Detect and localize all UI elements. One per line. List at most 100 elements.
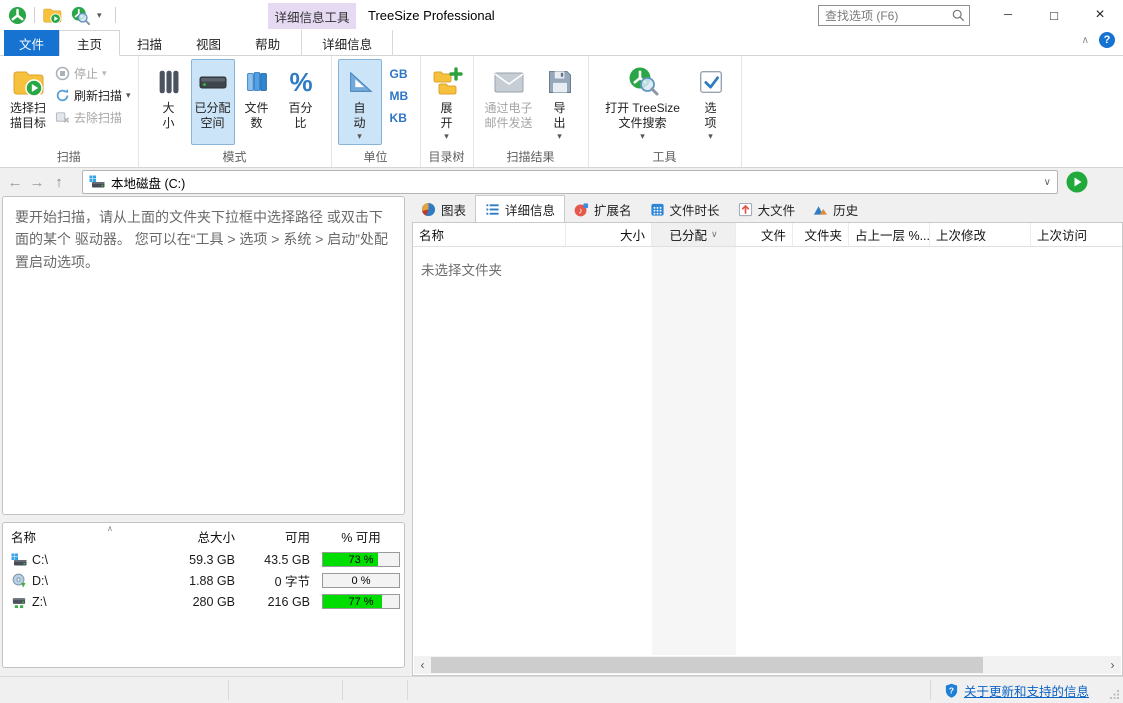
quick-scan-button[interactable] — [41, 3, 63, 27]
tab-help[interactable]: 帮助 — [238, 30, 297, 56]
dropdown-icon: ▾ — [557, 131, 562, 142]
tab-home[interactable]: 主页 — [59, 30, 120, 56]
email-icon — [492, 65, 526, 99]
drives-col-name[interactable]: 名称 — [3, 527, 153, 546]
tab-chart[interactable]: 图表 — [412, 196, 475, 222]
drives-col-free[interactable]: 可用 — [243, 527, 318, 546]
select-scan-target-button[interactable]: 选择扫 描目标 — [6, 59, 50, 145]
ribbon-group-tools: 打开 TreeSize 文件搜索▾ 选 项▾ 工具 — [589, 56, 742, 167]
forward-button[interactable]: → — [26, 170, 48, 194]
set-square-icon — [343, 65, 377, 99]
resize-grip[interactable] — [1110, 690, 1120, 700]
tab-scan[interactable]: 扫描 — [120, 30, 179, 56]
svg-text:%: % — [289, 67, 312, 97]
back-button[interactable]: ← — [4, 170, 26, 194]
drives-col-total[interactable]: 总大小 — [153, 527, 243, 546]
update-support-link[interactable]: 关于更新和支持的信息 — [964, 681, 1089, 700]
status-separator — [930, 680, 931, 700]
send-email-button[interactable]: 通过电子 邮件发送 — [480, 59, 538, 145]
update-info: ? 关于更新和支持的信息 — [944, 677, 1089, 703]
drive-row-d[interactable]: D:\ 1.88 GB 0 字节 0 % — [3, 570, 404, 591]
tab-details-view[interactable]: 详细信息 — [475, 195, 565, 222]
maximize-button[interactable]: □ — [1031, 0, 1077, 30]
current-path: 本地磁盘 (C:) — [111, 173, 1038, 192]
group-label-unit: 单位 — [332, 148, 420, 165]
group-label-tree: 目录树 — [421, 148, 473, 165]
calendar-icon — [650, 202, 665, 217]
find-options-search[interactable]: 查找选项 (F6) — [818, 5, 970, 26]
col-allocated[interactable]: 已分配∨ — [652, 223, 736, 246]
col-files[interactable]: 文件 — [736, 223, 793, 246]
percent-icon: % — [284, 65, 318, 99]
open-file-search-button[interactable]: 打开 TreeSize 文件搜索▾ — [597, 59, 689, 145]
unit-gb-button[interactable]: GB — [386, 63, 416, 84]
col-last-modified[interactable]: 上次修改 — [930, 223, 1031, 246]
ribbon-group-unit: 自 动▾ GB MB KB 单位 — [332, 56, 421, 167]
export-button[interactable]: 导 出▾ — [538, 59, 582, 145]
ribbon: 选择扫 描目标 停止▾ 刷新扫描▾ 去除扫描 扫描 — [0, 56, 1123, 168]
path-combobox[interactable]: 本地磁盘 (C:) ∨ — [82, 170, 1058, 194]
group-label-tools: 工具 — [589, 148, 741, 165]
horizontal-scrollbar[interactable]: ‹ › — [414, 656, 1121, 674]
drive-free: 43.5 GB — [243, 553, 318, 567]
tab-view[interactable]: 视图 — [179, 30, 238, 56]
mode-size-button[interactable]: 大 小 — [147, 59, 191, 145]
status-separator — [228, 680, 229, 700]
remove-scan-button[interactable]: 去除扫描 — [52, 107, 134, 127]
mode-percent-button[interactable]: % 百分 比 — [279, 59, 323, 145]
ribbon-group-mode: 大 小 已分配 空间 文件 数 % 百分 比 模式 — [139, 56, 332, 167]
options-check-icon — [694, 65, 728, 99]
mode-file-count-button[interactable]: 文件 数 — [235, 59, 279, 145]
toolbar-separator — [115, 7, 116, 23]
start-scan-button[interactable] — [1066, 171, 1088, 193]
drive-row-c[interactable]: C:\ 59.3 GB 43.5 GB 73 % — [3, 549, 404, 570]
treesize-search-icon — [626, 65, 660, 99]
qat-dropdown-icon[interactable]: ▾ — [97, 10, 109, 21]
combobox-dropdown-icon[interactable]: ∨ — [1044, 177, 1051, 188]
no-folder-selected-text: 未选择文件夹 — [421, 259, 502, 279]
scroll-left-icon[interactable]: ‹ — [414, 656, 431, 674]
main-area: 要开始扫描，请从上面的文件夹下拉框中选择路径 或双击下面的某个 驱动器。 您可以… — [0, 196, 1123, 676]
group-label-mode: 模式 — [139, 148, 331, 165]
options-button[interactable]: 选 项▾ — [689, 59, 733, 145]
col-name[interactable]: 名称 — [413, 223, 566, 246]
svg-text:?: ? — [949, 685, 954, 695]
expand-button[interactable]: 展 开▾ — [425, 59, 469, 145]
collapse-ribbon-button[interactable]: ∧ — [1082, 35, 1089, 46]
col-folders[interactable]: 文件夹 — [793, 223, 849, 246]
scrollbar-thumb[interactable] — [431, 657, 983, 673]
scrollbar-track[interactable] — [431, 656, 1104, 674]
tab-extensions[interactable]: ♪ 扩展名 — [565, 196, 641, 222]
col-size[interactable]: 大小 — [566, 223, 652, 246]
scroll-right-icon[interactable]: › — [1104, 656, 1121, 674]
unit-buttons: GB MB KB — [386, 59, 416, 128]
tab-file[interactable]: 文件 — [4, 30, 59, 56]
close-button[interactable]: × — [1077, 0, 1123, 30]
tab-file-age[interactable]: 文件时长 — [641, 196, 729, 222]
drive-total: 59.3 GB — [153, 553, 243, 567]
up-button[interactable]: ↑ — [48, 170, 70, 194]
drives-col-pct[interactable]: % 可用 — [318, 527, 404, 546]
tab-top-files[interactable]: 大文件 — [729, 196, 805, 222]
tab-details[interactable]: 详细信息 — [301, 30, 393, 56]
dropdown-icon: ▾ — [102, 68, 107, 79]
mode-allocated-button[interactable]: 已分配 空间 — [191, 59, 235, 145]
help-button[interactable]: ? — [1099, 32, 1115, 48]
tab-history[interactable]: 历史 — [804, 196, 867, 222]
stop-scan-button[interactable]: 停止▾ — [52, 63, 134, 83]
col-last-accessed[interactable]: 上次访问 — [1031, 223, 1122, 246]
unit-auto-button[interactable]: 自 动▾ — [338, 59, 382, 145]
refresh-scan-button[interactable]: 刷新扫描▾ — [52, 85, 134, 105]
sorted-column-band — [652, 247, 736, 655]
status-bar: ? 关于更新和支持的信息 — [0, 676, 1123, 703]
unit-mb-button[interactable]: MB — [386, 85, 416, 106]
free-space-bar: 77 % — [322, 594, 400, 609]
ribbon-group-scan: 选择扫 描目标 停止▾ 刷新扫描▾ 去除扫描 扫描 — [0, 56, 139, 167]
drive-row-z[interactable]: Z:\ 280 GB 216 GB 77 % — [3, 591, 404, 612]
col-percent-of-parent[interactable]: 占上一层 %... — [849, 223, 930, 246]
quick-search-button[interactable] — [69, 3, 91, 27]
dropdown-icon: ▾ — [708, 131, 713, 142]
treesize-logo-icon — [6, 3, 28, 27]
unit-kb-button[interactable]: KB — [386, 107, 416, 128]
minimize-button[interactable]: ─ — [985, 0, 1031, 30]
